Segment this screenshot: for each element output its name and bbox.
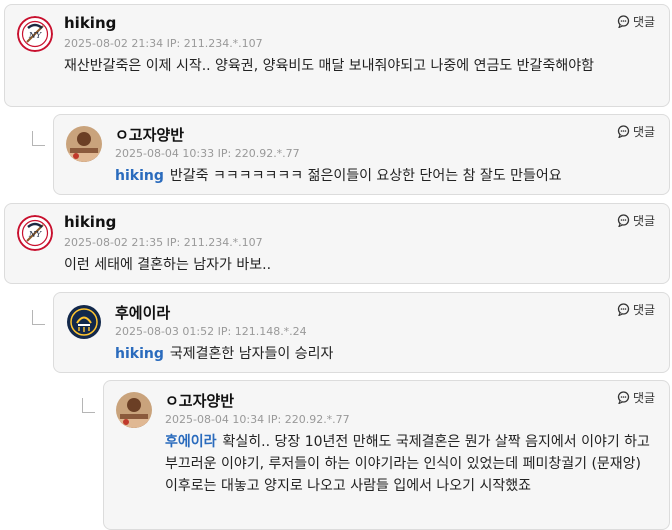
mention-link[interactable]: hiking [115,346,164,362]
mention-link[interactable]: hiking [115,168,164,184]
comment-body: 국제결혼한 남자들이 승리자 [169,346,334,362]
comment-meta: 2025-08-02 21:35 IP: 211.234.*.107 [64,236,263,249]
svg-text:NY: NY [28,31,42,40]
comment-bubble-icon [617,391,630,404]
comment-text: 이런 세태에 결혼하는 남자가 바보.. [64,254,659,276]
comment-bubble-icon [617,125,630,138]
photo-avatar-icon [66,126,102,162]
reply-label: 댓글 [633,391,656,405]
reply-indent-marker [32,310,45,325]
reply-button[interactable]: 댓글 [617,212,655,229]
svg-text:NY: NY [28,230,42,239]
yankees-logo-icon: NY [17,215,53,251]
comment-card: ㅇ고자양반 2025-08-04 10:33 IP: 220.92.*.77 h… [53,114,670,195]
comment-text: 후에이라 확실히.. 당장 10년전 만해도 국제결혼은 뭔가 살짝 음지에서 이… [165,431,658,497]
comment-body: 반갈죽 ㅋㅋㅋㅋㅋㅋㅋ 젊은이들이 요상한 단어는 참 잘도 만들어요 [169,168,562,184]
reply-button[interactable]: 댓글 [617,13,655,30]
comment-bubble-icon [617,214,630,227]
reply-label: 댓글 [633,214,656,228]
reply-indent-marker [82,398,95,413]
comment-bubble-icon [617,303,630,316]
brewers-logo-icon [67,305,101,339]
author-name[interactable]: hiking [64,213,116,231]
comment-card: 후에이라 2025-08-03 01:52 IP: 121.148.*.24 h… [53,292,670,373]
avatar[interactable] [116,392,152,428]
author-name[interactable]: ㅇ고자양반 [165,390,234,411]
yankees-logo-icon: NY [17,16,53,52]
comment-meta: 2025-08-04 10:34 IP: 220.92.*.77 [165,413,350,426]
comment-text: hiking 국제결혼한 남자들이 승리자 [115,343,660,365]
comment-meta: 2025-08-03 01:52 IP: 121.148.*.24 [115,325,307,338]
comment-card: ㅇ고자양반 2025-08-04 10:34 IP: 220.92.*.77 후… [103,380,670,530]
comment-card: NY hiking 2025-08-02 21:35 IP: 211.234.*… [4,203,670,284]
comment-bubble-icon [617,15,630,28]
comment-meta: 2025-08-04 10:33 IP: 220.92.*.77 [115,147,300,160]
reply-button[interactable]: 댓글 [617,301,655,318]
photo-avatar-icon [116,392,152,428]
comment-body: 이런 세태에 결혼하는 남자가 바보.. [64,257,272,273]
author-name[interactable]: 후에이라 [115,302,170,323]
avatar[interactable]: NY [17,215,53,251]
avatar[interactable] [66,304,102,340]
reply-indent-marker [32,131,45,146]
avatar[interactable]: NY [17,16,53,52]
comment-body: 재산반갈죽은 이제 시작.. 양육권, 양육비도 매달 보내줘야되고 나중에 연… [64,58,594,74]
comment-text: 재산반갈죽은 이제 시작.. 양육권, 양육비도 매달 보내줘야되고 나중에 연… [64,55,659,77]
comment-meta: 2025-08-02 21:34 IP: 211.234.*.107 [64,37,263,50]
reply-label: 댓글 [633,125,656,139]
avatar[interactable] [66,126,102,162]
reply-button[interactable]: 댓글 [617,123,655,140]
reply-label: 댓글 [633,303,656,317]
mention-link[interactable]: 후에이라 [165,434,217,450]
author-name[interactable]: hiking [64,14,116,32]
comment-text: hiking 반갈죽 ㅋㅋㅋㅋㅋㅋㅋ 젊은이들이 요상한 단어는 참 잘도 만들어… [115,165,660,187]
author-name[interactable]: ㅇ고자양반 [115,124,184,145]
reply-label: 댓글 [633,15,656,29]
comment-card: NY hiking 2025-08-02 21:34 IP: 211.234.*… [4,4,670,107]
reply-button[interactable]: 댓글 [617,389,655,406]
comment-body: 확실히.. 당장 10년전 만해도 국제결혼은 뭔가 살짝 음지에서 이야기 하… [165,434,650,494]
